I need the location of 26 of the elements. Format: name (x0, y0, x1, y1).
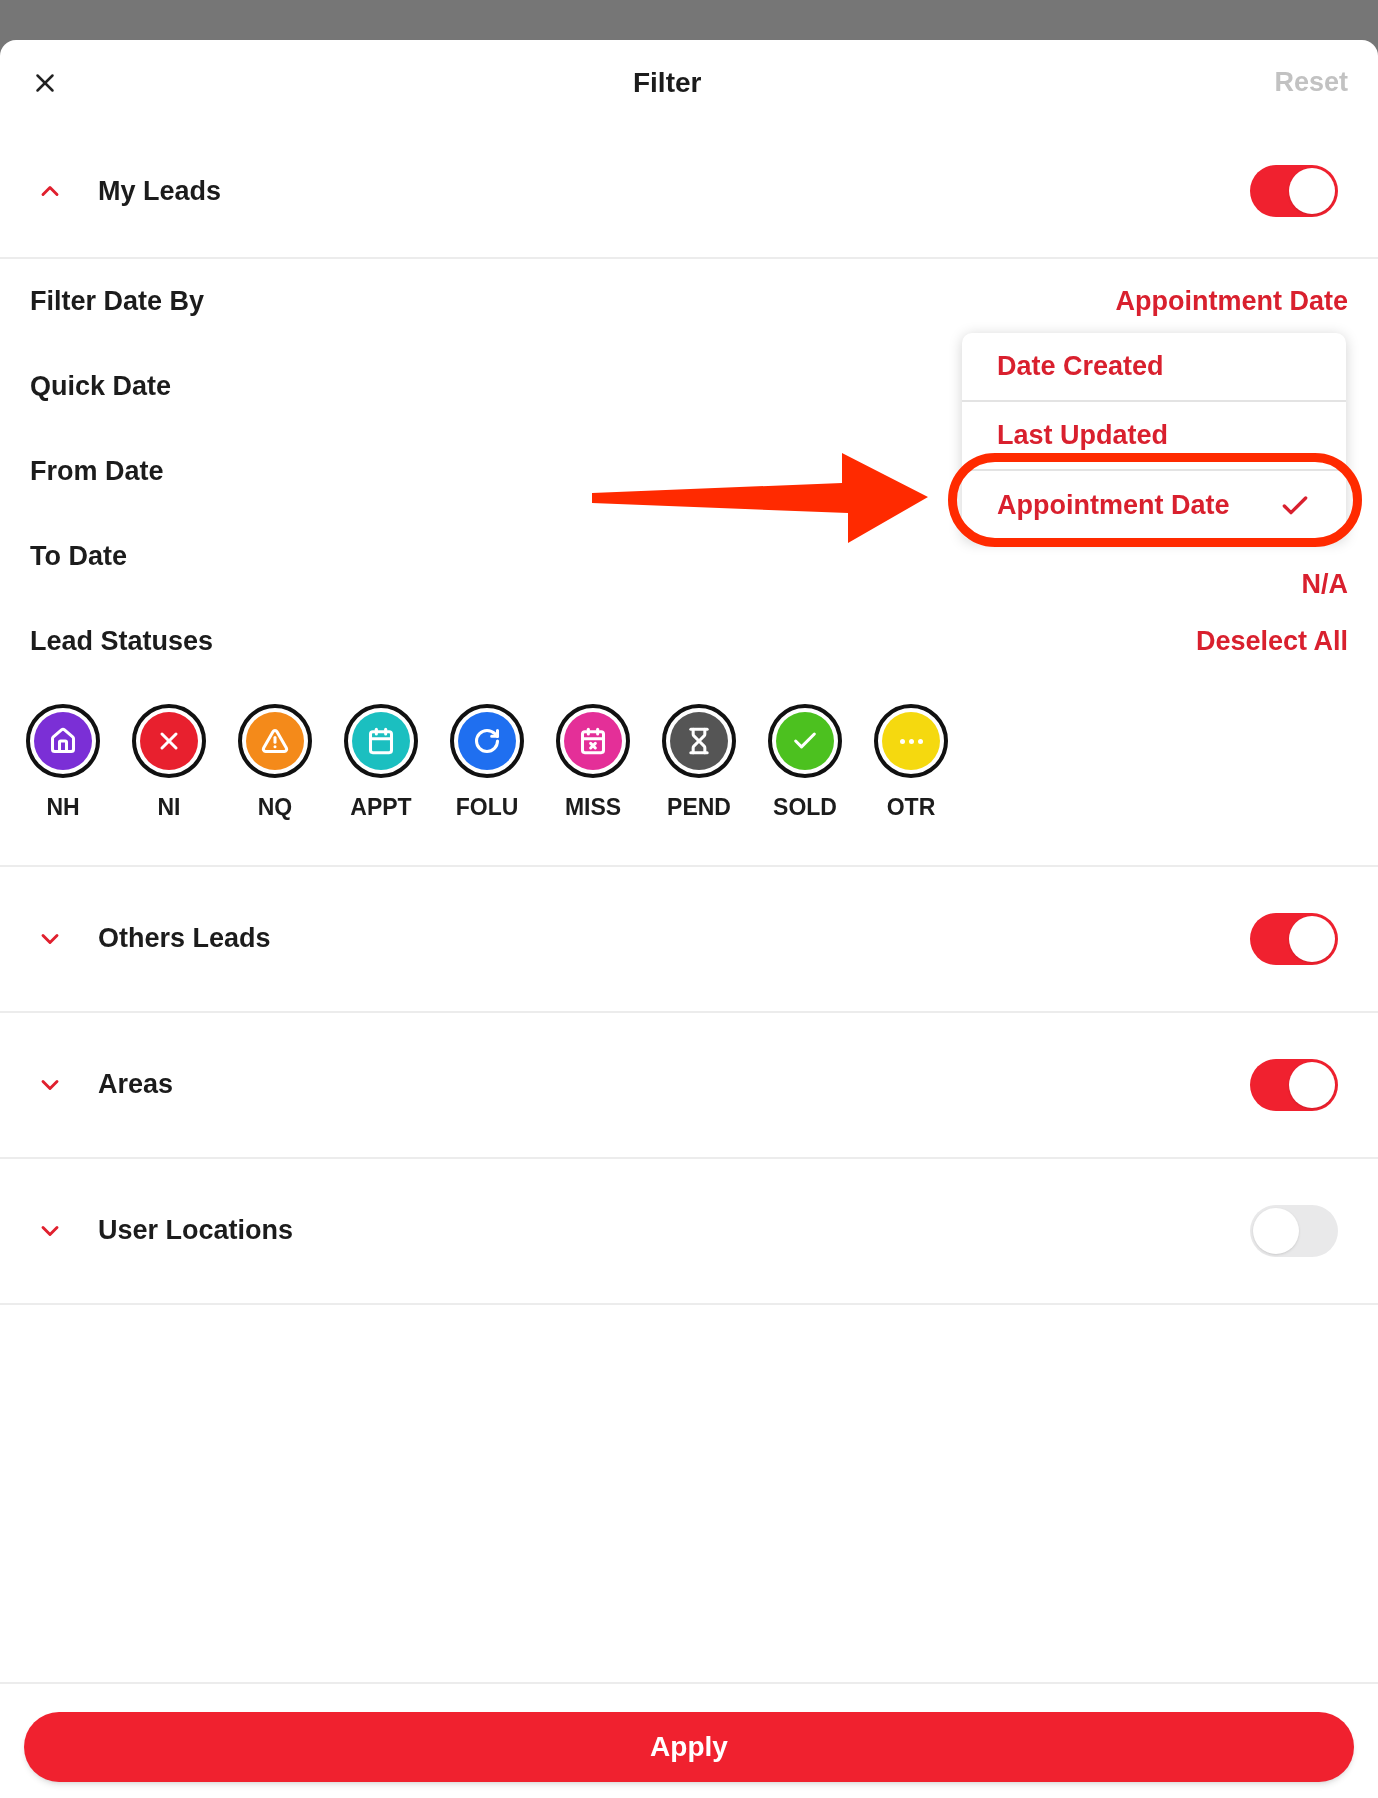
header-title: Filter (632, 65, 703, 100)
field-label: To Date (30, 540, 127, 574)
field-label: From Date (30, 455, 164, 489)
field-label: Filter Date By (30, 285, 205, 319)
status-label: MISS (564, 793, 622, 822)
status-label: APPT (350, 793, 412, 822)
field-value[interactable]: Appointment Date (1115, 281, 1348, 322)
field-label: Lead Statuses (30, 625, 214, 659)
field-label: Quick Date (30, 370, 172, 404)
dropdown-option[interactable]: Date Created (962, 333, 1346, 402)
status-label: SOLD (773, 793, 837, 822)
section-title: My Leads (98, 174, 222, 208)
status-label: NQ (257, 793, 293, 822)
apply-button[interactable]: Apply (24, 1712, 1354, 1782)
field-value[interactable]: N/A (1301, 564, 1348, 605)
status-label: FOLU (455, 793, 519, 822)
section-title: Areas (98, 1068, 174, 1102)
deselect-all-link[interactable]: Deselect All (1195, 621, 1348, 662)
dropdown-option[interactable]: Appointment Date (962, 471, 1346, 540)
section-title: User Locations (98, 1214, 294, 1248)
section-title: Others Leads (98, 922, 271, 956)
dropdown-option[interactable]: Last Updated (962, 402, 1346, 471)
status-label: NH (46, 793, 80, 822)
status-label: OTR (886, 793, 936, 822)
status-label: NI (157, 793, 181, 822)
status-label: PEND (667, 793, 731, 822)
